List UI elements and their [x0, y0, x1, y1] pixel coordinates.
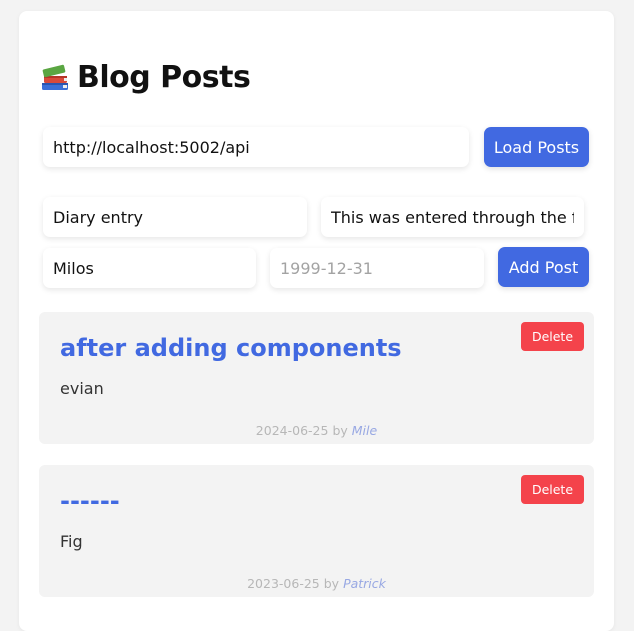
post-title-input[interactable]: [43, 197, 307, 237]
post-title: ------: [60, 487, 120, 515]
post-card: after adding components evian 2024-06-25…: [39, 312, 594, 444]
delete-post-button[interactable]: Delete: [521, 475, 584, 504]
load-posts-button[interactable]: Load Posts: [484, 127, 589, 167]
blog-card: Blog Posts Load Posts Add Post after add…: [19, 11, 614, 631]
post-by: by: [332, 423, 348, 438]
books-icon: [42, 64, 68, 90]
post-date: 2023-06-25: [247, 576, 320, 591]
post-meta: 2023-06-25 by Patrick: [39, 576, 594, 591]
author-input[interactable]: [43, 248, 256, 288]
delete-post-button[interactable]: Delete: [521, 322, 584, 351]
api-url-input[interactable]: [43, 127, 469, 167]
post-body: evian: [60, 379, 104, 398]
post-author: Mile: [351, 423, 378, 438]
post-card: ------ Fig 2023-06-25 by Patrick Delete: [39, 465, 594, 597]
post-date: 2024-06-25: [255, 423, 329, 438]
post-title: after adding components: [60, 334, 402, 362]
post-by: by: [323, 576, 340, 591]
post-body-input[interactable]: [321, 197, 584, 237]
page-header: Blog Posts: [39, 57, 251, 97]
date-input[interactable]: [270, 248, 484, 288]
page-title: Blog Posts: [77, 59, 251, 95]
post-author: Patrick: [343, 576, 386, 591]
add-post-button[interactable]: Add Post: [498, 247, 589, 287]
post-meta: 2024-06-25 by Mile: [39, 423, 594, 438]
post-body: Fig: [60, 532, 83, 551]
